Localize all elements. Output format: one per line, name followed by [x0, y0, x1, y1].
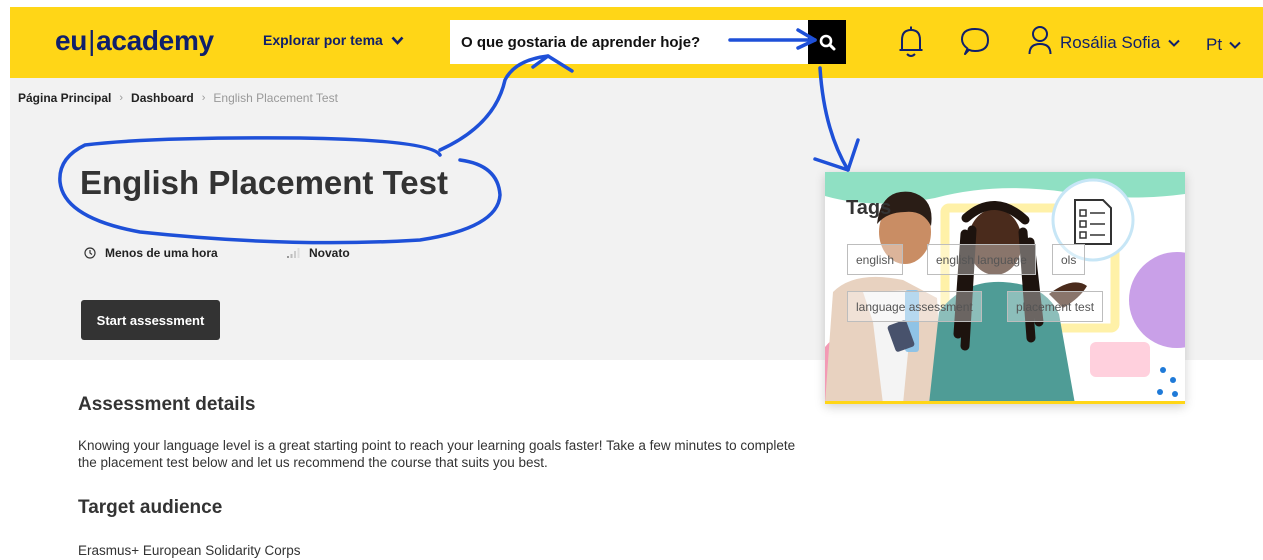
search-button[interactable]	[808, 20, 846, 64]
tag-ols[interactable]: ols	[1052, 244, 1086, 275]
eu-academy-logo[interactable]: eu|academy	[55, 25, 214, 57]
tag-english-language[interactable]: english language	[927, 244, 1036, 275]
logo-part-eu: eu	[55, 25, 88, 56]
logo-part-academy: academy	[96, 25, 214, 56]
clock-icon	[84, 247, 96, 259]
breadcrumb-dashboard[interactable]: Dashboard	[131, 91, 194, 105]
search-icon	[819, 34, 835, 50]
target-audience-heading: Target audience	[78, 497, 223, 518]
user-name: Rosália Sofia	[1060, 33, 1161, 52]
course-level: Novato	[287, 246, 350, 260]
bell-icon[interactable]	[898, 25, 924, 59]
signal-bars-icon	[287, 248, 300, 258]
tag-language-assessment[interactable]: language assessment	[847, 291, 982, 322]
explore-by-topic-menu[interactable]: Explorar por tema	[263, 32, 404, 48]
logo-separator: |	[88, 25, 96, 56]
tag-placement-test[interactable]: placement test	[1007, 291, 1104, 322]
breadcrumb: Página Principal › Dashboard › English P…	[18, 91, 338, 105]
level-text: Novato	[309, 246, 350, 260]
tag-english[interactable]: english	[847, 244, 904, 275]
chevron-right-icon: ›	[119, 92, 124, 104]
top-header: eu|academy Explorar por tema Rosália Sof…	[10, 7, 1263, 78]
chevron-down-icon	[1168, 39, 1180, 47]
breadcrumb-current: English Placement Test	[213, 91, 338, 105]
search-input[interactable]	[450, 20, 808, 64]
assessment-details-text: Knowing your language level is a great s…	[78, 438, 796, 470]
chat-bubble-icon[interactable]	[958, 25, 992, 59]
breadcrumb-home[interactable]: Página Principal	[18, 91, 111, 105]
chevron-right-icon: ›	[201, 92, 206, 104]
duration-text: Menos de uma hora	[105, 246, 218, 260]
chevron-down-icon	[1229, 41, 1241, 49]
user-icon	[1028, 26, 1052, 55]
language-selector[interactable]: Pt	[1206, 35, 1241, 55]
course-duration: Menos de uma hora	[84, 246, 218, 260]
target-audience-text: Erasmus+ European Solidarity Corps	[78, 543, 301, 558]
page-title: English Placement Test	[80, 164, 448, 201]
language-code: Pt	[1206, 35, 1223, 54]
tags-heading: Tags	[846, 197, 892, 219]
assessment-details-heading: Assessment details	[78, 394, 256, 415]
explore-label: Explorar por tema	[263, 32, 383, 48]
start-assessment-button[interactable]: Start assessment	[81, 300, 220, 340]
tags-card: Tags english english language ols langua…	[825, 172, 1185, 404]
chevron-down-icon	[391, 36, 404, 45]
user-menu[interactable]: Rosália Sofia	[1028, 25, 1180, 55]
